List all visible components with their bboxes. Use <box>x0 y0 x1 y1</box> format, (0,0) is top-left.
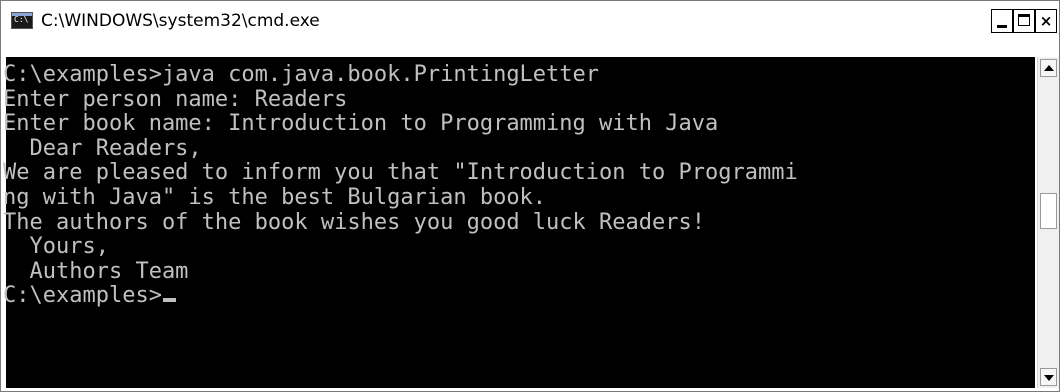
console-line: The authors of the book wishes you good … <box>3 209 705 235</box>
console-line: C:\examples>java com.java.book.PrintingL… <box>3 62 600 87</box>
console-line: Authors Team <box>3 258 189 284</box>
console-line: Dear Readers, <box>3 135 202 161</box>
maximize-icon <box>1018 14 1030 26</box>
close-button[interactable]: × <box>1035 9 1057 33</box>
console-app-icon[interactable]: C:\ <box>11 12 33 29</box>
scroll-thumb[interactable] <box>1040 193 1057 229</box>
app-icon-label: C:\ <box>14 15 29 24</box>
console-text: C:\examples>java com.java.book.PrintingL… <box>3 62 798 309</box>
console-line: We are pleased to inform you that "Intro… <box>3 160 798 186</box>
text-cursor <box>162 298 176 303</box>
console-line: Enter book name: Introduction to Program… <box>3 111 719 137</box>
command-prompt: C:\examples> <box>3 283 162 309</box>
console-window: C:\ C:\WINDOWS\system32\cmd.exe × C:\exa… <box>0 0 1060 392</box>
scroll-down-arrow-icon <box>1044 375 1054 381</box>
vertical-scrollbar[interactable] <box>1037 57 1059 388</box>
minimize-button[interactable] <box>991 9 1013 33</box>
console-line: ng with Java" is the best Bulgarian book… <box>3 184 547 210</box>
title-bar[interactable]: C:\ C:\WINDOWS\system32\cmd.exe × <box>1 1 1059 41</box>
scroll-down-button[interactable] <box>1040 368 1057 386</box>
scroll-up-arrow-icon <box>1044 65 1054 71</box>
console-line: Yours, <box>3 234 109 260</box>
close-icon: × <box>1039 12 1053 30</box>
minimize-icon <box>997 25 1007 28</box>
maximize-button[interactable] <box>1013 9 1035 33</box>
scroll-up-button[interactable] <box>1040 59 1057 77</box>
console-line: Enter person name: Readers <box>3 86 348 112</box>
prompt-line[interactable]: C:\examples> <box>3 284 798 309</box>
window-title: C:\WINDOWS\system32\cmd.exe <box>41 11 320 31</box>
